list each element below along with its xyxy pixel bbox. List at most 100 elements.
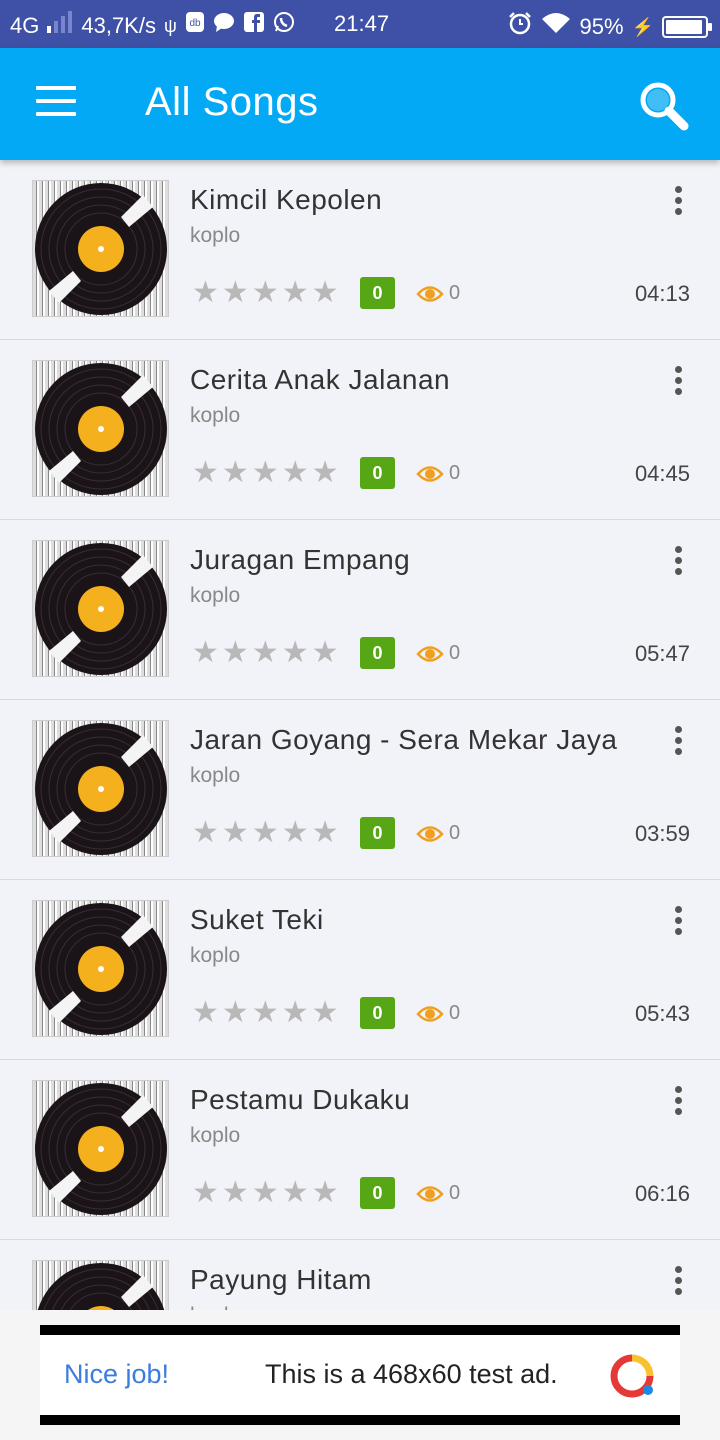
song-title: Payung Hitam xyxy=(190,1264,372,1295)
song-title: Cerita Anak Jalanan xyxy=(190,364,451,395)
song-category: koplo xyxy=(190,584,241,607)
song-list-item[interactable]: Jaran Goyang - Sera Mekar Jaya koplo ★ ★… xyxy=(0,700,720,880)
wifi-icon xyxy=(540,11,572,42)
star-icon[interactable]: ★ xyxy=(252,458,279,488)
more-vertical-icon[interactable] xyxy=(666,906,690,938)
ad-logo-icon xyxy=(610,1354,654,1403)
facebook-icon xyxy=(243,11,265,40)
more-vertical-icon[interactable] xyxy=(666,726,690,758)
star-icon[interactable]: ★ xyxy=(222,818,249,848)
star-icon[interactable]: ★ xyxy=(312,278,339,308)
star-icon[interactable]: ★ xyxy=(222,638,249,668)
battery-percent: 95% xyxy=(579,13,624,39)
song-list-item[interactable]: Suket Teki koplo ★ ★ ★ ★ ★ 0 0 05:43 xyxy=(0,880,720,1060)
song-category: koplo xyxy=(190,1124,241,1147)
more-vertical-icon[interactable] xyxy=(666,1266,690,1298)
star-icon[interactable]: ★ xyxy=(252,998,279,1028)
star-rating[interactable]: ★ ★ ★ ★ ★ xyxy=(192,1178,339,1208)
rating-badge: 0 xyxy=(360,1177,395,1209)
ad-area: Nice job! This is a 468x60 test ad. xyxy=(0,1310,720,1440)
song-duration: 05:47 xyxy=(634,641,690,666)
status-right: 95% ⚡ xyxy=(508,11,712,42)
star-icon[interactable]: ★ xyxy=(282,818,309,848)
chat-icon xyxy=(213,11,235,40)
song-duration: 04:45 xyxy=(634,461,690,486)
star-icon[interactable]: ★ xyxy=(192,638,219,668)
song-list-item[interactable]: Cerita Anak Jalanan koplo ★ ★ ★ ★ ★ 0 0 … xyxy=(0,340,720,520)
more-vertical-icon[interactable] xyxy=(666,546,690,578)
views-count: 0 xyxy=(449,822,461,844)
star-icon[interactable]: ★ xyxy=(312,638,339,668)
star-rating[interactable]: ★ ★ ★ ★ ★ xyxy=(192,998,339,1028)
star-rating[interactable]: ★ ★ ★ ★ ★ xyxy=(192,638,339,668)
vinyl-record-icon xyxy=(32,1260,169,1310)
rating-badge: 0 xyxy=(360,457,395,489)
more-vertical-icon[interactable] xyxy=(666,1086,690,1118)
views-count: 0 xyxy=(449,642,461,664)
app-notification-icon: db xyxy=(185,11,205,40)
vinyl-record-icon xyxy=(32,900,169,1037)
more-vertical-icon[interactable] xyxy=(666,366,690,398)
song-list-item[interactable]: Pestamu Dukaku koplo ★ ★ ★ ★ ★ 0 0 06:16 xyxy=(0,1060,720,1240)
song-list-item[interactable]: Kimcil Kepolen koplo ★ ★ ★ ★ ★ 0 0 04:13 xyxy=(0,160,720,340)
star-icon[interactable]: ★ xyxy=(192,998,219,1028)
whatsapp-icon xyxy=(273,11,295,40)
song-title: Jaran Goyang - Sera Mekar Jaya xyxy=(190,724,618,755)
star-icon[interactable]: ★ xyxy=(312,818,339,848)
star-icon[interactable]: ★ xyxy=(312,998,339,1028)
rating-badge: 0 xyxy=(360,997,395,1029)
star-icon[interactable]: ★ xyxy=(222,278,249,308)
eye-icon xyxy=(416,1004,444,1029)
rating-badge: 0 xyxy=(360,277,395,309)
song-title: Kimcil Kepolen xyxy=(190,184,383,215)
eye-icon xyxy=(416,464,444,489)
eye-icon xyxy=(416,284,444,309)
star-icon[interactable]: ★ xyxy=(222,998,249,1028)
battery-icon xyxy=(662,15,712,38)
rating-badge: 0 xyxy=(360,817,395,849)
status-left: 4G 43,7K/s ψ db xyxy=(10,11,295,40)
star-icon[interactable]: ★ xyxy=(282,278,309,308)
star-icon[interactable]: ★ xyxy=(252,1178,279,1208)
battery-fill xyxy=(666,19,702,34)
star-icon[interactable]: ★ xyxy=(282,638,309,668)
app-bar: All Songs xyxy=(0,48,720,160)
star-rating[interactable]: ★ ★ ★ ★ ★ xyxy=(192,278,339,308)
star-icon[interactable]: ★ xyxy=(252,278,279,308)
song-duration: 06:16 xyxy=(634,1181,690,1206)
ad-banner[interactable]: Nice job! This is a 468x60 test ad. xyxy=(40,1325,680,1425)
star-icon[interactable]: ★ xyxy=(282,998,309,1028)
star-icon[interactable]: ★ xyxy=(222,1178,249,1208)
vinyl-record-icon xyxy=(32,720,169,857)
star-icon[interactable]: ★ xyxy=(312,458,339,488)
eye-icon xyxy=(416,1184,444,1209)
vinyl-record-icon xyxy=(32,540,169,677)
alarm-icon xyxy=(508,11,532,42)
vinyl-record-icon xyxy=(32,1080,169,1217)
star-icon[interactable]: ★ xyxy=(222,458,249,488)
star-icon[interactable]: ★ xyxy=(192,278,219,308)
song-category: koplo xyxy=(190,404,241,427)
views-count: 0 xyxy=(449,1002,461,1024)
vinyl-record-icon xyxy=(32,180,169,317)
star-icon[interactable]: ★ xyxy=(312,1178,339,1208)
star-rating[interactable]: ★ ★ ★ ★ ★ xyxy=(192,818,339,848)
search-icon[interactable] xyxy=(636,78,690,132)
vinyl-record-icon xyxy=(32,360,169,497)
song-list-item[interactable]: Juragan Empang koplo ★ ★ ★ ★ ★ 0 0 05:47 xyxy=(0,520,720,700)
star-icon[interactable]: ★ xyxy=(282,1178,309,1208)
star-icon[interactable]: ★ xyxy=(192,1178,219,1208)
clock: 21:47 xyxy=(334,11,390,36)
star-icon[interactable]: ★ xyxy=(252,638,279,668)
song-list-item[interactable]: Payung Hitam koplo ★ ★ ★ ★ ★ xyxy=(0,1240,720,1310)
hamburger-icon[interactable] xyxy=(36,86,76,122)
song-category: koplo xyxy=(190,764,241,787)
more-vertical-icon[interactable] xyxy=(666,186,690,218)
star-icon[interactable]: ★ xyxy=(252,818,279,848)
network-type: 4G xyxy=(10,12,40,38)
star-icon[interactable]: ★ xyxy=(192,458,219,488)
song-title: Pestamu Dukaku xyxy=(190,1084,411,1115)
star-icon[interactable]: ★ xyxy=(282,458,309,488)
star-icon[interactable]: ★ xyxy=(192,818,219,848)
star-rating[interactable]: ★ ★ ★ ★ ★ xyxy=(192,458,339,488)
